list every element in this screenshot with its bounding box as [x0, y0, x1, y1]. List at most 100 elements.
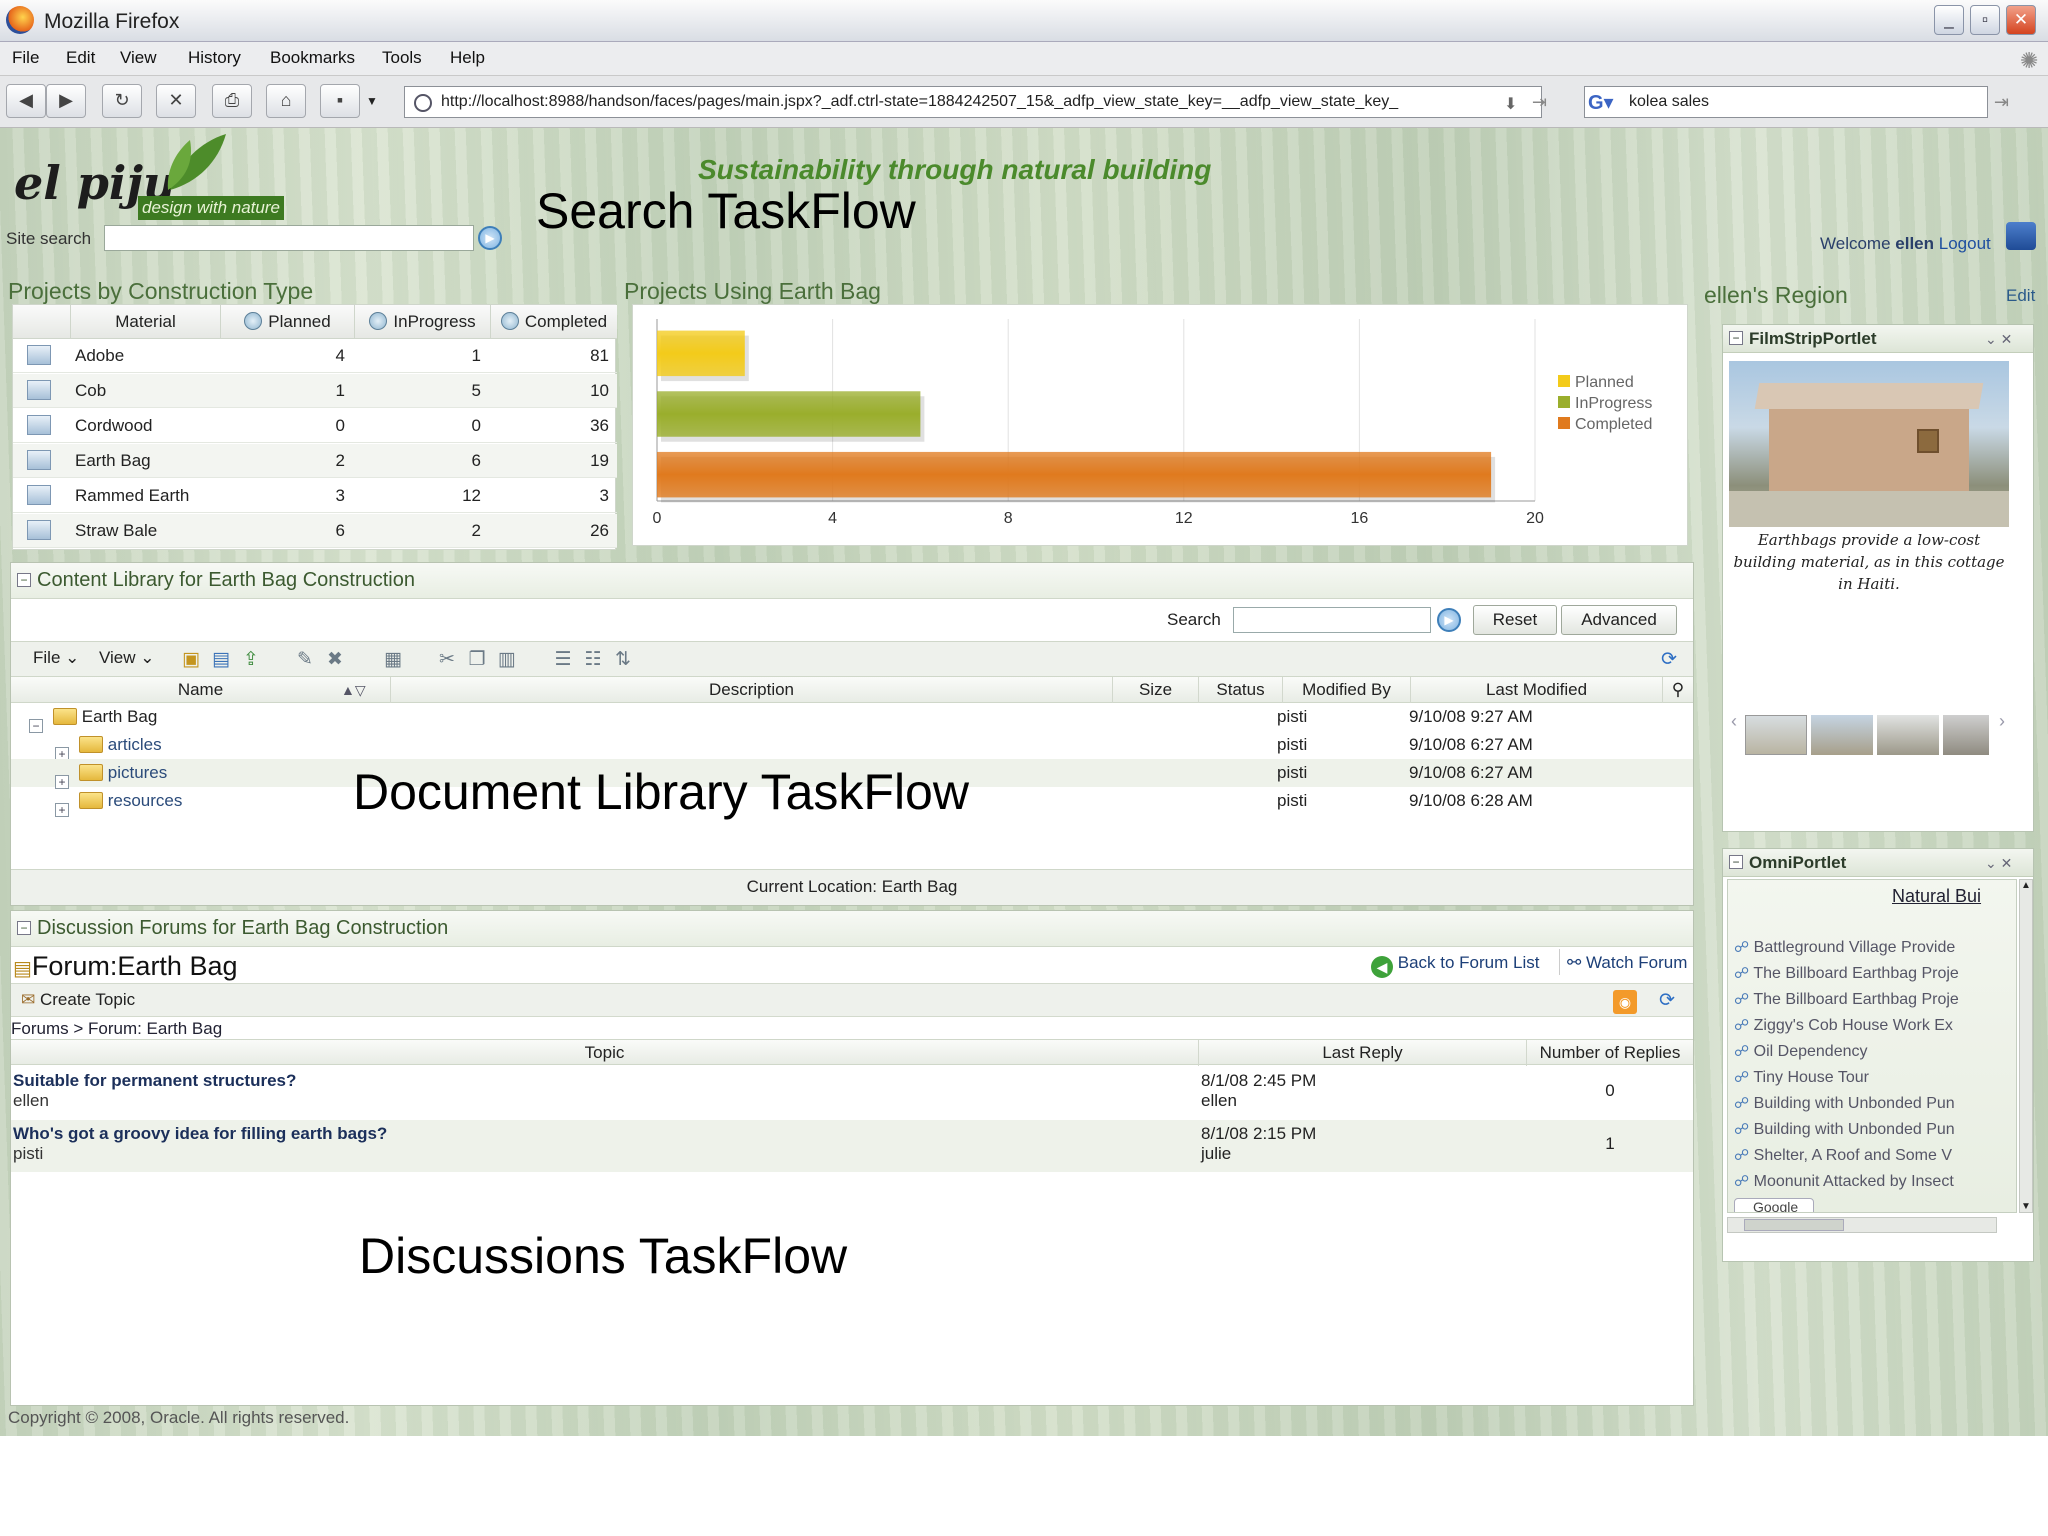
- doclib-row[interactable]: − Earth Bag pisti 9/10/08 9:27 AM: [11, 703, 1693, 733]
- omni-list-item[interactable]: ☍ Battleground Village Provide: [1734, 938, 2016, 957]
- omni-header-link[interactable]: Natural Bui: [1892, 886, 1981, 907]
- planned-radio-icon[interactable]: [244, 312, 263, 330]
- print-icon[interactable]: ⎙: [212, 84, 252, 118]
- omni-vertical-scrollbar[interactable]: ▲ ▼: [2019, 879, 2033, 1213]
- forum-topic-row[interactable]: Suitable for permanent structures? ellen 8…: [11, 1067, 1693, 1119]
- filmstrip-prev-icon[interactable]: ‹: [1731, 711, 1737, 732]
- completed-radio-icon[interactable]: [500, 312, 519, 330]
- refresh-icon[interactable]: ⟳: [1655, 989, 1679, 1013]
- omni-horizontal-scrollbar[interactable]: [1727, 1217, 1997, 1233]
- doclib-search-input[interactable]: [1233, 607, 1431, 633]
- chart-link-icon[interactable]: [27, 450, 51, 470]
- scroll-thumb[interactable]: [1744, 1219, 1844, 1231]
- omni-list-item[interactable]: ☍ Ziggy's Cob House Work Ex: [1734, 1016, 2016, 1035]
- projects-table-row[interactable]: Rammed Earth 3 12 3: [13, 479, 617, 513]
- search-go-icon[interactable]: ⇥: [1994, 92, 2009, 113]
- column-header-topic[interactable]: Topic: [11, 1040, 1199, 1066]
- omni-list-item[interactable]: ☍ Building with Unbonded Pun: [1734, 1094, 2016, 1113]
- web-search-input[interactable]: kolea sales: [1584, 86, 1988, 118]
- logout-link[interactable]: Logout: [1939, 234, 1991, 253]
- omni-list-item[interactable]: ☍ Moonunit Attacked by Insect: [1734, 1172, 2016, 1191]
- url-input[interactable]: http://localhost:8988/handson/faces/page…: [404, 86, 1542, 118]
- edit-icon[interactable]: ✎: [293, 648, 317, 672]
- chart-link-icon[interactable]: [27, 415, 51, 435]
- collapse-icon[interactable]: −: [17, 573, 31, 587]
- projects-table-row[interactable]: Adobe 4 1 81: [13, 339, 617, 373]
- forum-topic-row[interactable]: Who's got a groovy idea for filling eart…: [11, 1120, 1693, 1172]
- column-header-completed[interactable]: Completed: [491, 305, 617, 339]
- view-menu[interactable]: View ⌄: [99, 648, 155, 668]
- close-button[interactable]: ✕: [2006, 5, 2036, 35]
- omni-list-item[interactable]: ☍ Oil Dependency: [1734, 1042, 2016, 1061]
- scroll-down-icon[interactable]: ▼: [2020, 1201, 2032, 1212]
- omni-list-item[interactable]: ☍ The Billboard Earthbag Proje: [1734, 990, 2016, 1009]
- folder-name[interactable]: articles: [108, 735, 162, 754]
- thumbnail-2[interactable]: [1811, 715, 1873, 755]
- collapse-icon[interactable]: −: [17, 921, 31, 935]
- file-menu[interactable]: File ⌄: [33, 648, 79, 668]
- folder-name[interactable]: Earth Bag: [82, 707, 158, 726]
- google-box[interactable]: Google: [1734, 1198, 1814, 1212]
- delete-icon[interactable]: ✖: [323, 648, 347, 672]
- folder-name[interactable]: pictures: [108, 763, 168, 782]
- tree-view-icon[interactable]: ☷: [581, 648, 605, 672]
- rss-icon[interactable]: ◉: [1613, 990, 1637, 1014]
- thumbnail-4[interactable]: [1943, 715, 1989, 755]
- doclib-row[interactable]: + articles pisti 9/10/08 6:27 AM: [11, 731, 1693, 761]
- google-icon[interactable]: G▾: [1588, 90, 1614, 115]
- menu-help[interactable]: Help: [450, 48, 485, 68]
- menu-bookmarks[interactable]: Bookmarks: [270, 48, 355, 68]
- bookmark-icon[interactable]: ▪: [320, 84, 360, 118]
- home-icon[interactable]: ⌂: [266, 84, 306, 118]
- doclib-search-go-icon[interactable]: ▶: [1437, 608, 1461, 632]
- back-icon[interactable]: ◀: [6, 84, 46, 118]
- download-icon[interactable]: ⇪: [239, 648, 263, 672]
- back-to-forum-list-link[interactable]: ◀ Back to Forum List: [1371, 953, 1539, 978]
- minimize-button[interactable]: _: [1934, 5, 1964, 35]
- chart-link-icon[interactable]: [27, 520, 51, 540]
- chart-link-icon[interactable]: [27, 345, 51, 365]
- reload-icon[interactable]: ↻: [102, 84, 142, 118]
- omni-list-item[interactable]: ☍ Building with Unbonded Pun: [1734, 1120, 2016, 1139]
- go-icon[interactable]: ⬇: [1504, 94, 1517, 114]
- column-header-last-modified[interactable]: Last Modified: [1411, 677, 1663, 703]
- paste-icon[interactable]: ▥: [495, 648, 519, 672]
- feed-icon[interactable]: ⇥: [1532, 92, 1547, 113]
- watch-forum-link[interactable]: ⚯ Watch Forum: [1567, 953, 1687, 973]
- projects-table-row[interactable]: Cob 1 5 10: [13, 374, 617, 408]
- column-header-planned[interactable]: Planned: [221, 305, 355, 339]
- column-header-status[interactable]: Status: [1199, 677, 1283, 703]
- scroll-up-icon[interactable]: ▲: [2020, 880, 2032, 891]
- topic-link[interactable]: Who's got a groovy idea for filling eart…: [13, 1124, 387, 1144]
- site-search-go-icon[interactable]: ▶: [478, 226, 502, 250]
- projects-table-row[interactable]: Earth Bag 2 6 19: [13, 444, 617, 478]
- list-view-icon[interactable]: ☰: [551, 648, 575, 672]
- sort-icon[interactable]: ▲▽: [341, 677, 366, 703]
- portlet-menu-icon[interactable]: ⌄ ✕: [1985, 849, 2012, 877]
- column-header-last-reply[interactable]: Last Reply: [1199, 1040, 1527, 1066]
- site-search-input[interactable]: [104, 225, 474, 251]
- portlet-menu-icon[interactable]: ⌄ ✕: [1985, 325, 2012, 353]
- upload-icon[interactable]: ▤: [209, 648, 233, 672]
- chart-link-icon[interactable]: [27, 485, 51, 505]
- menu-tools[interactable]: Tools: [382, 48, 422, 68]
- region-edit-link[interactable]: Edit: [2006, 286, 2035, 306]
- reset-button[interactable]: Reset: [1473, 605, 1557, 635]
- properties-icon[interactable]: ▦: [381, 648, 405, 672]
- omni-list-item[interactable]: ☍ The Billboard Earthbag Proje: [1734, 964, 2016, 983]
- column-header-size[interactable]: Size: [1113, 677, 1199, 703]
- collapse-icon[interactable]: −: [1729, 855, 1743, 869]
- menu-edit[interactable]: Edit: [66, 48, 95, 68]
- column-header-description[interactable]: Description: [391, 677, 1113, 703]
- forward-icon[interactable]: ▶: [46, 84, 86, 118]
- chart-link-icon[interactable]: [27, 380, 51, 400]
- menu-view[interactable]: View: [120, 48, 157, 68]
- thumbnail-3[interactable]: [1877, 715, 1939, 755]
- stop-icon[interactable]: ✕: [156, 84, 196, 118]
- new-folder-icon[interactable]: ▣: [179, 648, 203, 672]
- user-icon[interactable]: [2006, 222, 2036, 250]
- copy-icon[interactable]: ❐: [465, 648, 489, 672]
- column-header-replies[interactable]: Number of Replies: [1527, 1040, 1693, 1066]
- column-header-modified-by[interactable]: Modified By: [1283, 677, 1411, 703]
- cut-icon[interactable]: ✂: [435, 648, 459, 672]
